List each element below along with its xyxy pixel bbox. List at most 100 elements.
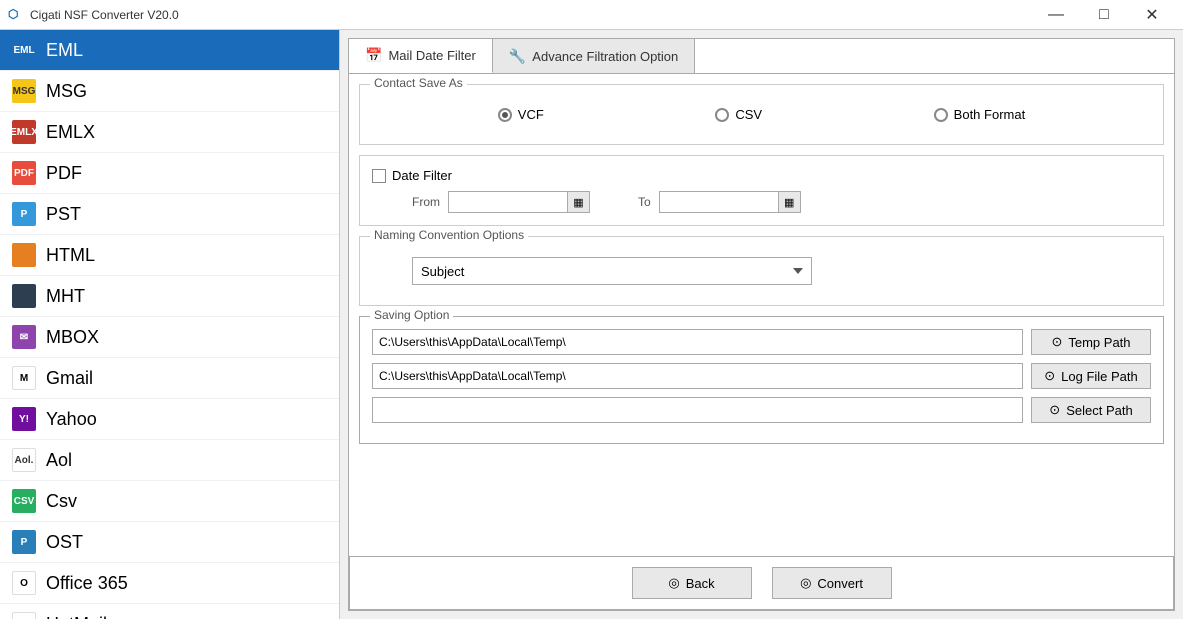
sidebar-item-gmail[interactable]: M Gmail [0,358,339,399]
sidebar-item-mht[interactable]: MHT [0,276,339,317]
tab-label-advance-filtration: Advance Filtration Option [532,49,678,64]
radio-label-vcf: VCF [518,107,544,122]
date-filter-label-row: Date Filter [372,168,1151,183]
sidebar-item-hotmail[interactable]: ✉ HotMail [0,604,339,619]
sidebar-label-aol: Aol [46,450,72,471]
saving-btn-label-temp-path: Temp Path [1068,335,1130,350]
to-date-picker-btn[interactable]: ▦ [779,191,801,213]
sidebar-item-pdf[interactable]: PDF PDF [0,153,339,194]
sidebar-item-eml[interactable]: EML EML [0,30,339,71]
sections-area: Contact Save As VCF CSV Both Format Date… [349,74,1174,556]
sidebar-icon-mht [12,284,36,308]
naming-convention-select[interactable]: SubjectDateFromTo [412,257,812,285]
date-range-row: From ▦ To ▦ [412,191,1151,213]
sidebar-icon-pdf: PDF [12,161,36,185]
to-date-input[interactable] [659,191,779,213]
sidebar-label-pst: PST [46,204,81,225]
tab-label-mail-date-filter: Mail Date Filter [388,48,475,63]
minimize-button[interactable]: — [1033,0,1079,30]
radio-circle-vcf [498,108,512,122]
sidebar-label-emlx: EMLX [46,122,95,143]
sidebar-item-html[interactable]: HTML [0,235,339,276]
back-icon: ◎ [668,575,679,591]
sidebar-icon-office365: O [12,571,36,595]
tab-mail-date-filter[interactable]: 📅 Mail Date Filter [349,39,493,73]
contact-save-options: VCF CSV Both Format [372,97,1151,132]
sidebar-label-msg: MSG [46,81,87,102]
saving-input-select-path[interactable] [372,397,1023,423]
back-button[interactable]: ◎ Back [632,567,752,599]
tab-advance-filtration[interactable]: 🔧 Advance Filtration Option [493,39,695,73]
radio-label-both: Both Format [954,107,1026,122]
sidebar-icon-yahoo: Y! [12,407,36,431]
radio-option-vcf[interactable]: VCF [498,107,544,122]
maximize-button[interactable]: □ [1081,0,1127,30]
radio-circle-csv [715,108,729,122]
naming-convention-row: SubjectDateFromTo [372,249,1151,293]
tabs-bar: 📅 Mail Date Filter 🔧 Advance Filtration … [348,38,1175,74]
saving-input-temp-path[interactable] [372,329,1023,355]
sidebar: EML EML MSG MSG EMLX EMLX PDF PDF P PST … [0,30,340,619]
naming-convention-label: Naming Convention Options [370,228,528,242]
naming-convention-section: Naming Convention Options SubjectDateFro… [359,236,1164,306]
sidebar-icon-gmail: M [12,366,36,390]
sidebar-label-yahoo: Yahoo [46,409,97,430]
saving-btn-icon-select-path: ⊙ [1049,402,1060,418]
date-filter-label-text: Date Filter [392,168,452,183]
radio-option-both[interactable]: Both Format [934,107,1026,122]
date-filter-checkbox[interactable] [372,169,386,183]
sidebar-icon-mbox: ✉ [12,325,36,349]
saving-option-label: Saving Option [370,308,453,322]
title-bar: ⬡ Cigati NSF Converter V20.0 — □ ✕ [0,0,1183,30]
saving-row-log-path: ⊙ Log File Path [372,363,1151,389]
close-button[interactable]: ✕ [1129,0,1175,30]
sidebar-item-msg[interactable]: MSG MSG [0,71,339,112]
saving-rows: ⊙ Temp Path ⊙ Log File Path ⊙ Select Pat… [372,329,1151,423]
saving-btn-log-path[interactable]: ⊙ Log File Path [1031,363,1151,389]
from-date-input[interactable] [448,191,568,213]
saving-row-temp-path: ⊙ Temp Path [372,329,1151,355]
sidebar-icon-csv: CSV [12,489,36,513]
main-panel: Contact Save As VCF CSV Both Format Date… [348,74,1175,611]
sidebar-icon-pst: P [12,202,36,226]
from-date-wrap: ▦ [448,191,590,213]
sidebar-item-aol[interactable]: Aol. Aol [0,440,339,481]
main-layout: EML EML MSG MSG EMLX EMLX PDF PDF P PST … [0,30,1183,619]
from-label: From [412,195,440,209]
tab-icon-mail-date-filter: 📅 [365,47,382,64]
sidebar-icon-msg: MSG [12,79,36,103]
sidebar-icon-html [12,243,36,267]
sidebar-item-pst[interactable]: P PST [0,194,339,235]
to-date-wrap: ▦ [659,191,801,213]
sidebar-item-mbox[interactable]: ✉ MBOX [0,317,339,358]
tab-icon-advance-filtration: 🔧 [509,48,526,65]
convert-button[interactable]: ◎ Convert [772,567,892,599]
saving-btn-label-select-path: Select Path [1066,403,1133,418]
window-controls: — □ ✕ [1033,0,1175,30]
saving-row-select-path: ⊙ Select Path [372,397,1151,423]
saving-btn-icon-log-path: ⊙ [1044,368,1055,384]
sidebar-label-ost: OST [46,532,83,553]
app-title: Cigati NSF Converter V20.0 [30,8,1033,22]
sidebar-item-office365[interactable]: O Office 365 [0,563,339,604]
saving-btn-temp-path[interactable]: ⊙ Temp Path [1031,329,1151,355]
saving-option-section: Saving Option ⊙ Temp Path ⊙ Log File Pat… [359,316,1164,444]
saving-input-log-path[interactable] [372,363,1023,389]
sidebar-item-yahoo[interactable]: Y! Yahoo [0,399,339,440]
bottom-bar: ◎ Back ◎ Convert [349,556,1174,610]
contact-save-label: Contact Save As [370,76,467,90]
sidebar-label-pdf: PDF [46,163,82,184]
radio-option-csv[interactable]: CSV [715,107,762,122]
saving-btn-select-path[interactable]: ⊙ Select Path [1031,397,1151,423]
sidebar-item-emlx[interactable]: EMLX EMLX [0,112,339,153]
sidebar-item-csv[interactable]: CSV Csv [0,481,339,522]
sidebar-icon-aol: Aol. [12,448,36,472]
back-label: Back [686,576,715,591]
sidebar-item-ost[interactable]: P OST [0,522,339,563]
sidebar-label-csv: Csv [46,491,77,512]
app-icon: ⬡ [8,7,24,23]
sidebar-icon-hotmail: ✉ [12,612,36,619]
contact-save-section: Contact Save As VCF CSV Both Format [359,84,1164,145]
from-date-picker-btn[interactable]: ▦ [568,191,590,213]
radio-circle-both [934,108,948,122]
